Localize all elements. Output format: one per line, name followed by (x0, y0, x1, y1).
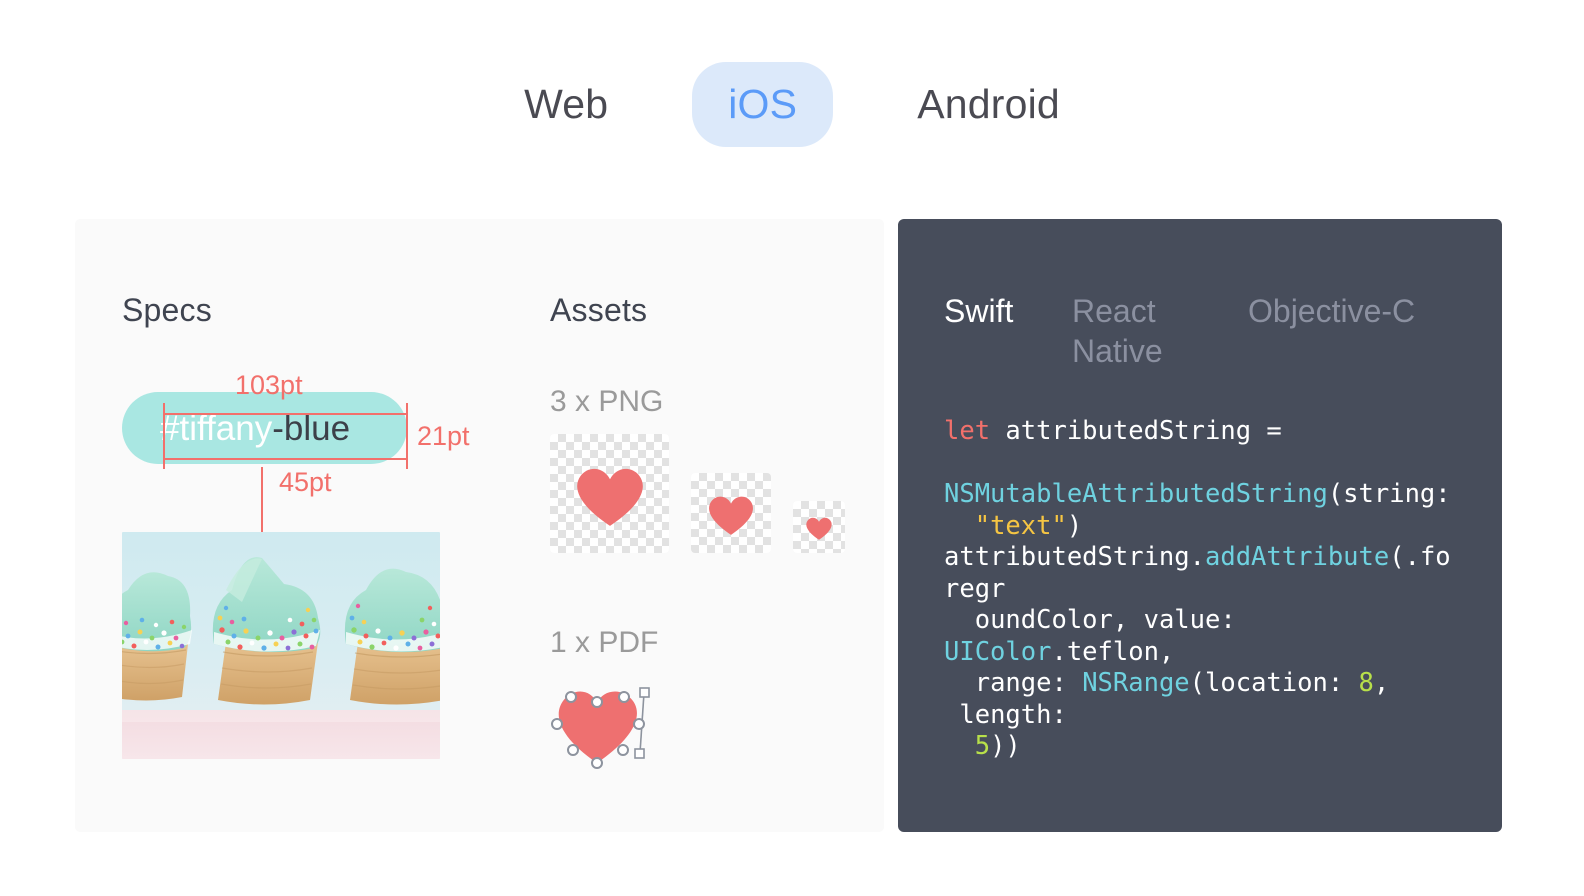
heart-icon (709, 496, 753, 535)
code-snippet[interactable]: let attributedString = NSMutableAttribut… (944, 416, 1464, 763)
measure-spacing-label: 45pt (279, 467, 332, 497)
measure-cap-left (163, 403, 165, 469)
assets-heading: Assets (550, 292, 648, 328)
heart-icon (806, 517, 832, 540)
code-token: addAttribute (1205, 542, 1390, 572)
code-tab-react-native[interactable]: React Native (1072, 291, 1248, 371)
code-token: UIColor (944, 636, 1052, 667)
code-tab-objective-c[interactable]: Objective-C (1248, 291, 1438, 331)
specs-heading: Specs (122, 292, 212, 328)
pdf-group-label: 1 x PDF (550, 626, 659, 659)
measure-cap-right (406, 403, 408, 469)
tab-android[interactable]: Android (881, 62, 1096, 147)
measure-spacing-line (261, 467, 263, 535)
measure-width-label: 103pt (235, 370, 303, 400)
code-tab-swift[interactable]: Swift (944, 291, 1072, 331)
code-token: 8 (1358, 668, 1374, 698)
code-token: attributedString = (1005, 416, 1282, 446)
png-group-label: 3 x PNG (550, 385, 664, 418)
png-asset-3x[interactable] (550, 434, 669, 553)
heart-icon (576, 468, 643, 526)
pdf-asset-vector[interactable] (545, 671, 665, 776)
specs-assets-panel: Specs Assets #tiffany-blue 103pt 21pt 45… (75, 219, 884, 832)
code-token: NSRange (1082, 668, 1190, 698)
preview-image (122, 532, 440, 759)
code-language-tabs: Swift React Native Objective-C (944, 291, 1464, 371)
measure-line-top (163, 413, 407, 415)
tab-ios[interactable]: iOS (692, 62, 834, 147)
code-token: (location: (1189, 668, 1359, 698)
code-token: "text" (974, 510, 1067, 541)
code-token: let (944, 416, 991, 446)
handoff-screen: Web iOS Android Specs Assets #tiffany-bl… (0, 0, 1584, 896)
code-token: NSMutableAttributedString (944, 479, 1328, 509)
heart-vector-icon (551, 687, 650, 769)
code-token: )) (990, 731, 1021, 761)
measure-height-label: 21pt (417, 421, 470, 451)
png-asset-1x[interactable] (793, 501, 845, 553)
png-asset-2x[interactable] (691, 473, 771, 553)
platform-tab-bar: Web iOS Android (0, 62, 1584, 147)
tab-web[interactable]: Web (488, 62, 644, 147)
measure-line-bottom (163, 458, 407, 460)
code-token: 5 (974, 731, 991, 761)
code-panel: Swift React Native Objective-C let attri… (898, 219, 1502, 832)
png-asset-row (550, 433, 880, 553)
